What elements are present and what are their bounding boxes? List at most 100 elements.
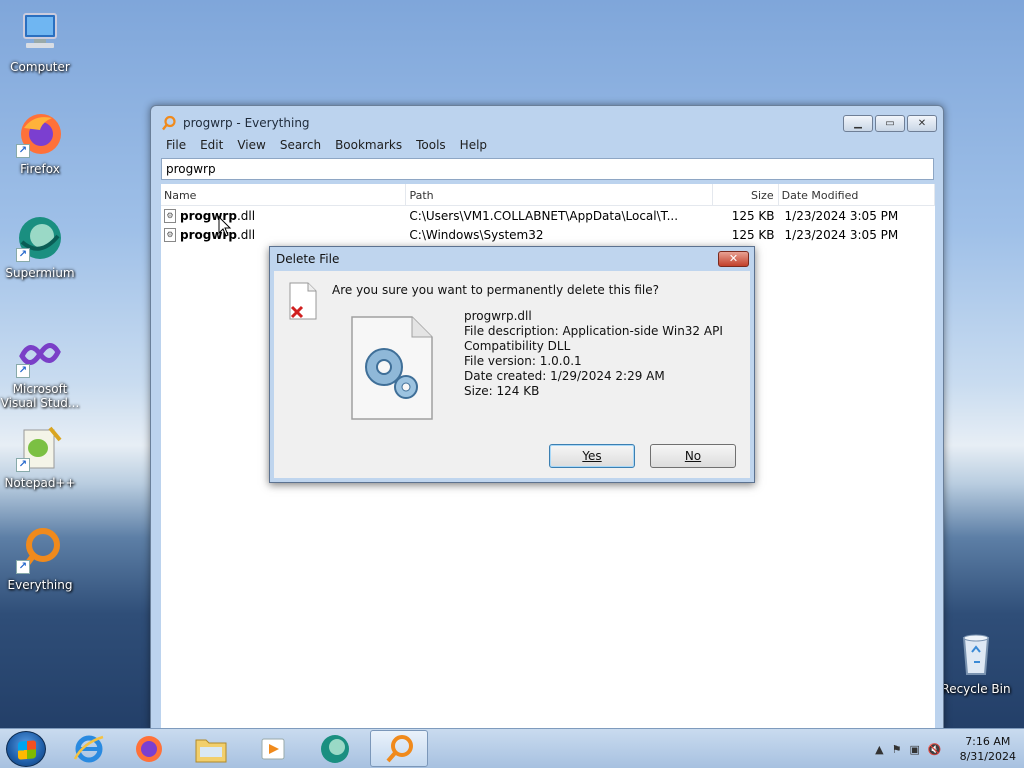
result-path: C:\Users\VM1.COLLABNET\AppData\Local\T..… (409, 208, 679, 223)
yes-button[interactable]: Yes (549, 444, 635, 468)
taskbar-file-explorer[interactable] (182, 730, 240, 767)
close-icon: ✕ (728, 252, 739, 265)
everything-app-icon (162, 115, 176, 131)
desktop-icon-label: Computer (10, 60, 70, 74)
taskbar: ▲ ⚑ ▣ 🔇 7:16 AM 8/31/2024 (0, 728, 1024, 768)
column-headers: Name Path Size Date Modified (161, 184, 935, 206)
network-icon[interactable]: ▣ (909, 743, 919, 756)
detail-size: Size: 124 KB (464, 384, 540, 398)
yes-button-label: Yes (582, 449, 602, 463)
visual-studio-icon: ↗ (16, 330, 64, 378)
shortcut-arrow-icon: ↗ (16, 364, 30, 378)
table-row[interactable]: ⚙ progwrp.dll C:\Users\VM1.COLLABNET\App… (161, 206, 935, 225)
firefox-icon: ↗ (16, 110, 64, 158)
detail-file-name: progwrp.dll (464, 309, 532, 323)
menu-bookmarks[interactable]: Bookmarks (328, 136, 409, 156)
desktop-icon-notepadpp[interactable]: ↗ Notepad++ (0, 424, 80, 490)
supermium-icon: ↗ (16, 214, 64, 262)
result-date: 1/23/2024 3:05 PM (784, 227, 899, 242)
result-name-ext: .dll (236, 227, 256, 242)
dll-file-icon: ⚙ (164, 227, 176, 242)
minimize-icon: ▁ (854, 118, 862, 129)
desktop-icon-label: Everything (7, 578, 73, 592)
start-button[interactable] (6, 731, 46, 767)
file-details: progwrp.dll File description: Applicatio… (464, 309, 723, 399)
dialog-title: Delete File (276, 252, 340, 266)
everything-icon (386, 734, 413, 762)
result-name-cell: ⚙ progwrp.dll (161, 208, 406, 223)
supermium-icon (321, 734, 349, 763)
desktop-icon-supermium[interactable]: ↗ Supermium (0, 214, 80, 280)
shortcut-arrow-icon: ↗ (16, 560, 30, 574)
restore-icon: ▭ (885, 118, 895, 129)
no-button-label: No (684, 449, 702, 463)
shortcut-arrow-icon: ↗ (16, 458, 30, 472)
taskbar-firefox[interactable] (120, 730, 178, 767)
internet-explorer-icon (73, 735, 104, 762)
menu-view[interactable]: View (230, 136, 272, 156)
desktop-icon-label: Firefox (20, 162, 60, 176)
clock[interactable]: 7:16 AM 8/31/2024 (960, 734, 1016, 764)
menu-edit[interactable]: Edit (193, 136, 230, 156)
result-name-ext: .dll (236, 208, 256, 223)
column-header-name[interactable]: Name (161, 184, 407, 205)
restore-button[interactable]: ▭ (875, 115, 905, 132)
firefox-icon (136, 735, 162, 762)
folder-icon (195, 739, 227, 762)
computer-icon (16, 8, 64, 56)
dialog-close-button[interactable]: ✕ (718, 251, 749, 267)
search-input[interactable]: progwrp (161, 158, 934, 180)
desktop-icon-firefox[interactable]: ↗ Firefox (0, 110, 80, 176)
action-center-flag-icon[interactable]: ⚑ (892, 743, 902, 756)
desktop-icon-everything[interactable]: ↗ Everything (0, 526, 80, 592)
taskbar-media-player[interactable] (244, 730, 302, 767)
desktop-icon-recycle-bin[interactable]: Recycle Bin (936, 630, 1016, 696)
desktop-icon-visual-studio[interactable]: ↗ Microsoft Visual Stud... (0, 330, 80, 410)
column-header-date-modified[interactable]: Date Modified (779, 184, 935, 205)
menu-help[interactable]: Help (453, 136, 494, 156)
clock-date: 8/31/2024 (959, 750, 1016, 763)
clock-time: 7:16 AM (965, 735, 1011, 748)
dll-settings-file-icon (351, 316, 433, 420)
result-size: 125 KB (731, 227, 775, 242)
detail-file-description: File description: Application-side Win32… (464, 324, 723, 338)
everything-icon: ↗ (16, 526, 64, 574)
window-title: progwrp - Everything (183, 116, 310, 130)
media-player-icon (261, 738, 285, 759)
close-icon: ✕ (917, 118, 927, 129)
column-header-path[interactable]: Path (406, 184, 714, 205)
dll-file-icon: ⚙ (164, 208, 176, 223)
desktop-icon-label: Microsoft Visual Stud... (0, 382, 80, 410)
dialog-question: Are you sure you want to permanently del… (332, 283, 659, 297)
column-header-size[interactable]: Size (713, 184, 779, 205)
no-button[interactable]: No (650, 444, 736, 468)
table-row[interactable]: ⚙ progwrp.dll C:\Windows\System32 125 KB… (161, 225, 935, 244)
menu-file[interactable]: File (159, 136, 193, 156)
detail-date-created: Date created: 1/29/2024 2:29 AM (464, 369, 665, 383)
mouse-cursor-icon (218, 216, 232, 237)
minimize-button[interactable]: ▁ (843, 115, 873, 132)
desktop-icon-label: Recycle Bin (941, 682, 1011, 696)
windows-logo-icon (18, 740, 36, 760)
window-titlebar[interactable]: progwrp - Everything (151, 106, 943, 140)
shortcut-arrow-icon: ↗ (16, 144, 30, 158)
shortcut-arrow-icon: ↗ (16, 248, 30, 262)
taskbar-everything[interactable] (370, 730, 428, 767)
desktop-icon-label: Supermium (5, 266, 75, 280)
delete-file-dialog: Delete File ✕ Are you sure you want to p… (269, 246, 755, 483)
menu-tools[interactable]: Tools (409, 136, 453, 156)
taskbar-supermium[interactable] (306, 730, 364, 767)
volume-muted-icon[interactable]: 🔇 (928, 743, 942, 756)
desktop-icon-label: Notepad++ (4, 476, 76, 490)
taskbar-internet-explorer[interactable] (60, 730, 118, 767)
system-tray: ▲ ⚑ ▣ 🔇 7:16 AM 8/31/2024 (875, 729, 1016, 768)
menu-search[interactable]: Search (273, 136, 328, 156)
close-button[interactable]: ✕ (907, 115, 937, 132)
dialog-body: Are you sure you want to permanently del… (274, 271, 750, 478)
result-name-cell: ⚙ progwrp.dll (161, 227, 406, 242)
desktop-icon-computer[interactable]: Computer (0, 8, 80, 74)
result-path: C:\Windows\System32 (409, 227, 544, 242)
detail-file-description-cont: Compatibility DLL (464, 339, 571, 353)
recycle-bin-icon (952, 630, 1000, 678)
show-hidden-icons-icon[interactable]: ▲ (875, 743, 883, 756)
